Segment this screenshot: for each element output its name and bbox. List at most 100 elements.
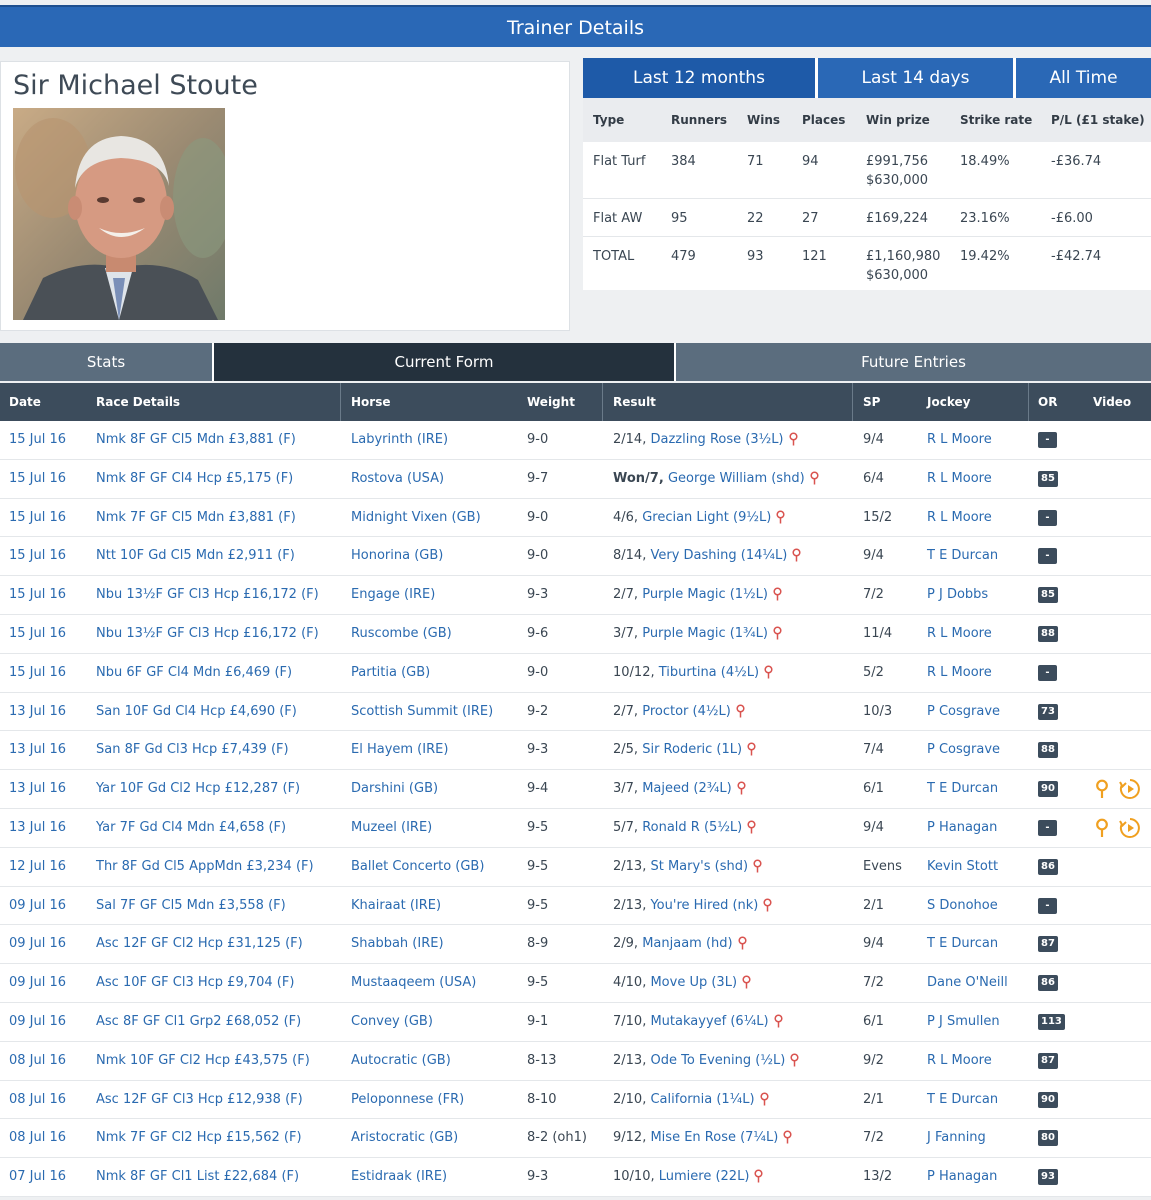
- pin-icon[interactable]: [788, 432, 798, 446]
- race-date-link[interactable]: 13 Jul 16: [9, 742, 66, 757]
- race-details-link[interactable]: Asc 10F GF Cl3 Hcp £9,704 (F): [96, 975, 294, 990]
- race-date-link[interactable]: 08 Jul 16: [9, 1092, 66, 1107]
- jockey-link[interactable]: R L Moore: [927, 665, 992, 680]
- race-details-link[interactable]: Yar 10F Gd Cl2 Hcp £12,287 (F): [96, 781, 300, 796]
- result-winner-link[interactable]: Ode To Evening (½L): [650, 1053, 785, 1068]
- play-icon[interactable]: [1119, 778, 1141, 800]
- result-winner-link[interactable]: California (1¼L): [650, 1092, 754, 1107]
- race-date-link[interactable]: 13 Jul 16: [9, 704, 66, 719]
- pin-icon[interactable]: [747, 820, 756, 834]
- pin-icon[interactable]: [776, 510, 785, 524]
- horse-link[interactable]: Shabbah (IRE): [351, 936, 444, 951]
- race-details-link[interactable]: Nmk 8F GF Cl4 Hcp £5,175 (F): [96, 471, 293, 486]
- horse-link[interactable]: Partitia (GB): [351, 665, 430, 680]
- result-winner-link[interactable]: Ronald R (5½L): [642, 820, 742, 835]
- race-details-link[interactable]: Nmk 8F GF Cl1 List £22,684 (F): [96, 1169, 299, 1184]
- jockey-link[interactable]: Dane O'Neill: [927, 975, 1008, 990]
- race-date-link[interactable]: 07 Jul 16: [9, 1169, 66, 1184]
- jockey-link[interactable]: T E Durcan: [927, 781, 998, 796]
- pin-icon[interactable]: [773, 626, 782, 640]
- horse-link[interactable]: Midnight Vixen (GB): [351, 510, 481, 525]
- result-winner-link[interactable]: Dazzling Rose (3½L): [650, 432, 783, 447]
- pin-icon[interactable]: [738, 936, 747, 950]
- race-details-link[interactable]: Yar 7F Gd Cl4 Mdn £4,658 (F): [96, 820, 286, 835]
- race-date-link[interactable]: 15 Jul 16: [9, 471, 66, 486]
- race-date-link[interactable]: 09 Jul 16: [9, 975, 66, 990]
- pin-icon[interactable]: [783, 1130, 792, 1144]
- race-date-link[interactable]: 13 Jul 16: [9, 781, 66, 796]
- race-details-link[interactable]: San 8F Gd Cl3 Hcp £7,439 (F): [96, 742, 289, 757]
- jockey-link[interactable]: J Fanning: [927, 1130, 986, 1145]
- horse-link[interactable]: Ruscombe (GB): [351, 626, 452, 641]
- race-details-link[interactable]: Asc 12F GF Cl3 Hcp £12,938 (F): [96, 1092, 303, 1107]
- race-date-link[interactable]: 15 Jul 16: [9, 510, 66, 525]
- pin-icon[interactable]: [773, 587, 782, 601]
- race-date-link[interactable]: 15 Jul 16: [9, 432, 66, 447]
- horse-link[interactable]: Mustaaqeem (USA): [351, 975, 476, 990]
- pin-icon[interactable]: [792, 548, 801, 562]
- jockey-link[interactable]: T E Durcan: [927, 1092, 998, 1107]
- race-date-link[interactable]: 09 Jul 16: [9, 936, 66, 951]
- jockey-link[interactable]: P Hanagan: [927, 1169, 997, 1184]
- race-date-link[interactable]: 08 Jul 16: [9, 1053, 66, 1068]
- result-winner-link[interactable]: Purple Magic (1½L): [642, 587, 768, 602]
- result-winner-link[interactable]: Majeed (2¾L): [642, 781, 731, 796]
- horse-link[interactable]: Convey (GB): [351, 1014, 433, 1029]
- horse-link[interactable]: Estidraak (IRE): [351, 1169, 447, 1184]
- jockey-link[interactable]: R L Moore: [927, 626, 992, 641]
- race-date-link[interactable]: 09 Jul 16: [9, 1014, 66, 1029]
- jockey-link[interactable]: T E Durcan: [927, 548, 998, 563]
- result-winner-link[interactable]: You're Hired (nk): [650, 898, 758, 913]
- horse-link[interactable]: Honorina (GB): [351, 548, 443, 563]
- horse-link[interactable]: Engage (IRE): [351, 587, 435, 602]
- race-details-link[interactable]: Nmk 8F GF Cl5 Mdn £3,881 (F): [96, 432, 296, 447]
- pin-icon[interactable]: [774, 1014, 783, 1028]
- jockey-link[interactable]: R L Moore: [927, 471, 992, 486]
- result-winner-link[interactable]: Manjaam (hd): [642, 936, 732, 951]
- result-winner-link[interactable]: Tiburtina (4½L): [659, 665, 759, 680]
- horse-link[interactable]: El Hayem (IRE): [351, 742, 448, 757]
- horse-link[interactable]: Rostova (USA): [351, 471, 444, 486]
- horse-link[interactable]: Peloponnese (FR): [351, 1092, 464, 1107]
- horse-link[interactable]: Aristocratic (GB): [351, 1130, 458, 1145]
- race-date-link[interactable]: 15 Jul 16: [9, 587, 66, 602]
- result-winner-link[interactable]: Sir Roderic (1L): [642, 742, 742, 757]
- horse-link[interactable]: Muzeel (IRE): [351, 820, 432, 835]
- race-details-link[interactable]: Asc 8F GF Cl1 Grp2 £68,052 (F): [96, 1014, 301, 1029]
- race-details-link[interactable]: Ntt 10F Gd Cl5 Mdn £2,911 (F): [96, 548, 295, 563]
- race-date-link[interactable]: 09 Jul 16: [9, 898, 66, 913]
- result-winner-link[interactable]: George William (shd): [668, 471, 805, 486]
- horse-link[interactable]: Ballet Concerto (GB): [351, 859, 484, 874]
- tab-last-14-days[interactable]: Last 14 days: [818, 58, 1013, 98]
- jockey-link[interactable]: P Hanagan: [927, 820, 997, 835]
- result-winner-link[interactable]: Mise En Rose (7¼L): [650, 1130, 778, 1145]
- jockey-link[interactable]: T E Durcan: [927, 936, 998, 951]
- jockey-link[interactable]: P Cosgrave: [927, 742, 1000, 757]
- result-winner-link[interactable]: Purple Magic (1¾L): [642, 626, 768, 641]
- pin-icon[interactable]: [764, 665, 773, 679]
- race-details-link[interactable]: San 10F Gd Cl4 Hcp £4,690 (F): [96, 704, 297, 719]
- jockey-link[interactable]: P J Dobbs: [927, 587, 988, 602]
- pin-icon[interactable]: [736, 704, 745, 718]
- race-details-link[interactable]: Sal 7F GF Cl5 Mdn £3,558 (F): [96, 898, 286, 913]
- race-date-link[interactable]: 15 Jul 16: [9, 626, 66, 641]
- tab-stats[interactable]: Stats: [0, 343, 214, 381]
- result-winner-link[interactable]: Grecian Light (9½L): [642, 510, 771, 525]
- jockey-link[interactable]: R L Moore: [927, 1053, 992, 1068]
- race-details-link[interactable]: Nbu 6F GF Cl4 Mdn £6,469 (F): [96, 665, 292, 680]
- race-date-link[interactable]: 13 Jul 16: [9, 820, 66, 835]
- race-date-link[interactable]: 12 Jul 16: [9, 859, 66, 874]
- tab-all-time[interactable]: All Time: [1016, 58, 1151, 98]
- location-pin-icon[interactable]: [1091, 778, 1113, 800]
- horse-link[interactable]: Labyrinth (IRE): [351, 432, 448, 447]
- jockey-link[interactable]: P Cosgrave: [927, 704, 1000, 719]
- jockey-link[interactable]: Kevin Stott: [927, 859, 998, 874]
- race-date-link[interactable]: 08 Jul 16: [9, 1130, 66, 1145]
- pin-icon[interactable]: [737, 781, 746, 795]
- result-winner-link[interactable]: Proctor (4½L): [642, 704, 731, 719]
- result-winner-link[interactable]: Very Dashing (14¼L): [650, 548, 787, 563]
- pin-icon[interactable]: [747, 742, 756, 756]
- result-winner-link[interactable]: Lumiere (22L): [659, 1169, 750, 1184]
- race-details-link[interactable]: Nmk 10F GF Cl2 Hcp £43,575 (F): [96, 1053, 310, 1068]
- pin-icon[interactable]: [763, 898, 772, 912]
